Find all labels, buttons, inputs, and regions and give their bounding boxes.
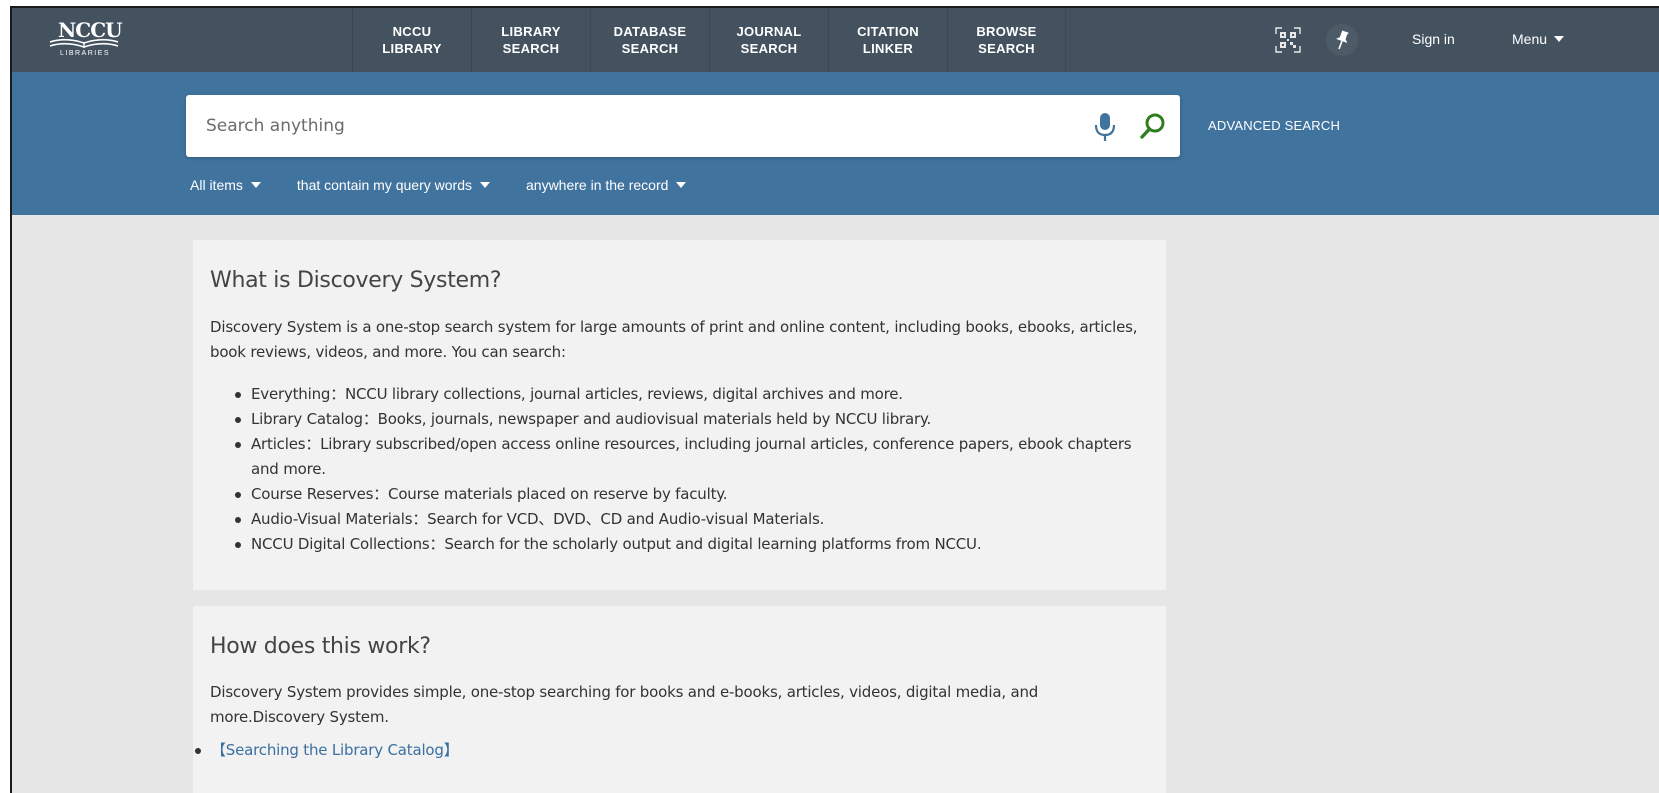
how-intro: Discovery System provides simple, one-st… — [210, 683, 1039, 726]
how-card: How does this work? Discovery System pro… — [193, 606, 1166, 793]
search-box — [186, 95, 1180, 157]
filter-scope-dropdown[interactable]: All items — [190, 177, 261, 193]
chevron-down-icon — [250, 182, 261, 188]
list-item: Library Catalog：Books, journals, newspap… — [233, 407, 1143, 432]
how-links: 【Searching the Library Catalog】 — [193, 738, 1103, 763]
advanced-search-link[interactable]: ADVANCED SEARCH — [1208, 118, 1340, 133]
menu-label: Menu — [1512, 31, 1548, 47]
search-icon[interactable] — [1138, 111, 1168, 146]
list-item: Articles：Library subscribed/open access … — [233, 432, 1143, 482]
qr-code-icon[interactable] — [1272, 24, 1304, 56]
nav-library-search[interactable]: LIBRARY SEARCH — [471, 8, 590, 72]
nav-database-search[interactable]: DATABASE SEARCH — [590, 8, 709, 72]
about-title: What is Discovery System? — [210, 268, 502, 293]
list-item: Course Reserves：Course materials placed … — [233, 482, 1143, 507]
search-input[interactable] — [206, 95, 1066, 157]
filter-field-dropdown[interactable]: anywhere in the record — [526, 177, 687, 193]
sign-in-link[interactable]: Sign in — [1412, 31, 1455, 47]
top-navigation-bar: NCCU LIBRARIES NCCU LIBRARY LIBRARY SEAR… — [12, 8, 1659, 72]
filter-field-label: anywhere in the record — [526, 177, 669, 193]
search-band: ADVANCED SEARCH All items that contain m… — [12, 72, 1659, 215]
chevron-down-icon — [480, 182, 490, 188]
app-frame: NCCU LIBRARIES NCCU LIBRARY LIBRARY SEAR… — [10, 6, 1659, 793]
nav-citation-linker[interactable]: CITATION LINKER — [828, 8, 947, 72]
chevron-down-icon — [676, 182, 687, 188]
searching-library-catalog-link[interactable]: 【Searching the Library Catalog】 — [211, 741, 459, 759]
filter-scope-label: All items — [190, 177, 243, 193]
about-intro: Discovery System is a one-stop search sy… — [210, 318, 1138, 361]
filter-precision-label: that contain my query words — [296, 177, 472, 193]
about-card: What is Discovery System? Discovery Syst… — [193, 240, 1166, 590]
microphone-icon[interactable] — [1092, 111, 1118, 148]
how-title: How does this work? — [210, 634, 431, 659]
logo-subtitle: LIBRARIES — [60, 50, 111, 57]
nav-journal-search[interactable]: JOURNAL SEARCH — [709, 8, 828, 72]
list-item: NCCU Digital Collections：Search for the … — [233, 532, 1143, 557]
filter-precision-dropdown[interactable]: that contain my query words — [297, 177, 490, 193]
nccu-libraries-logo[interactable]: NCCU LIBRARIES — [46, 18, 126, 62]
search-filters: All items that contain my query words an… — [190, 177, 722, 193]
nav-nccu-library[interactable]: NCCU LIBRARY — [352, 8, 471, 72]
pin-icon[interactable] — [1326, 24, 1358, 56]
main-nav: NCCU LIBRARY LIBRARY SEARCH DATABASE SEA… — [352, 8, 1066, 72]
list-item: Everything：NCCU library collections, jou… — [233, 382, 1143, 407]
about-list: Everything：NCCU library collections, jou… — [233, 382, 1143, 557]
list-item: 【Searching the Library Catalog】 — [193, 738, 1103, 763]
chevron-down-icon — [1554, 36, 1565, 42]
menu-button[interactable]: Menu — [1512, 31, 1565, 47]
nav-browse-search[interactable]: BROWSE SEARCH — [947, 8, 1066, 72]
list-item: Audio-Visual Materials：Search for VCD、DV… — [233, 507, 1143, 532]
